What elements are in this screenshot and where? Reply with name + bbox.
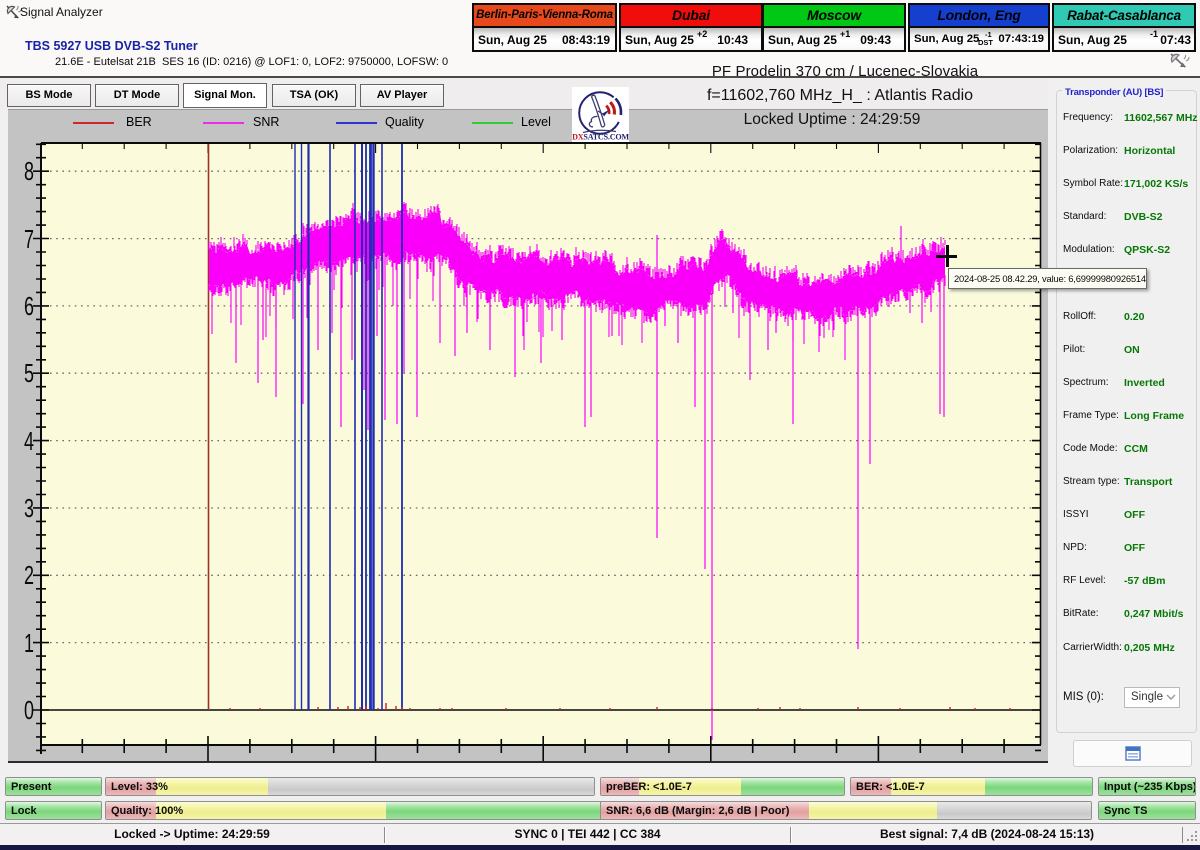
svg-text:6: 6	[24, 291, 34, 321]
svg-text:4: 4	[24, 426, 34, 456]
svg-text:5: 5	[24, 358, 34, 388]
svg-text:2: 2	[24, 560, 34, 590]
svg-text:7: 7	[24, 224, 34, 254]
svg-text:8: 8	[24, 156, 34, 186]
svg-text:3: 3	[24, 493, 34, 523]
svg-text:0: 0	[24, 695, 34, 725]
svg-text:DXSATCS.COM: DXSATCS.COM	[572, 133, 629, 142]
svg-text:1: 1	[24, 628, 34, 658]
